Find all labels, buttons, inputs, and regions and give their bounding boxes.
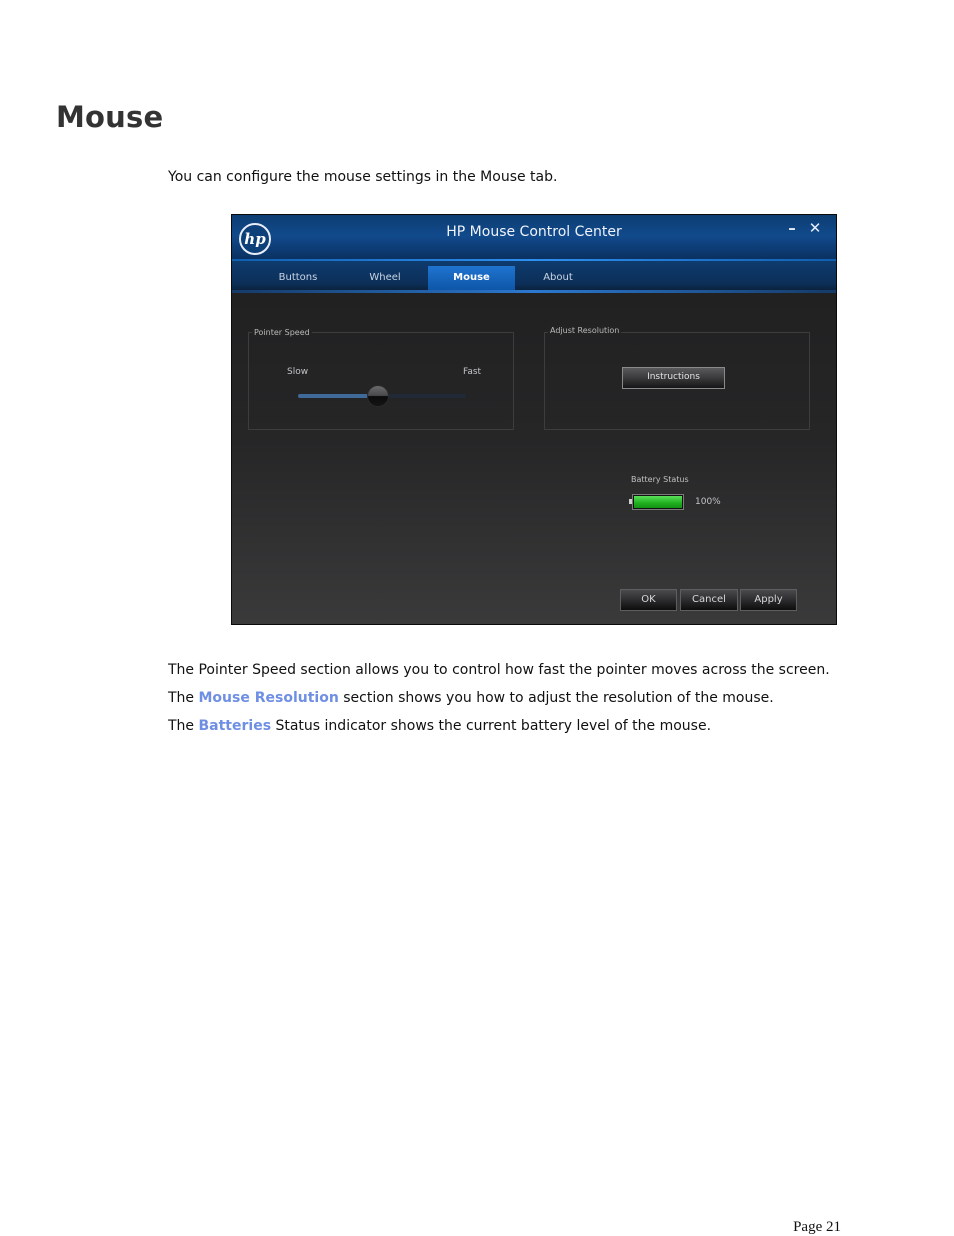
hp-mouse-control-center-screenshot: hp HP Mouse Control Center – ✕ Buttons W… [231, 214, 837, 625]
tab-about[interactable]: About [522, 266, 594, 290]
description-line: The Pointer Speed section allows you to … [168, 662, 830, 678]
tab-buttons[interactable]: Buttons [262, 266, 334, 290]
page-title: Mouse [56, 100, 164, 134]
close-icon[interactable]: ✕ [807, 219, 823, 237]
mouse-resolution-link[interactable]: Mouse Resolution [199, 690, 339, 706]
cancel-button[interactable]: Cancel [680, 589, 738, 611]
text-run: Status indicator shows the current batte… [271, 718, 712, 734]
slider-knob[interactable] [366, 385, 389, 407]
ok-button[interactable]: OK [620, 589, 677, 611]
slow-label: Slow [287, 367, 309, 377]
page-number: Page 21 [793, 1219, 841, 1235]
tab-wheel[interactable]: Wheel [350, 266, 420, 290]
battery-percent: 100% [695, 497, 721, 507]
minimize-icon[interactable]: – [784, 219, 800, 237]
battery-status-label: Battery Status [631, 475, 689, 484]
adjust-resolution-label: Adjust Resolution [548, 326, 622, 335]
text-run: section shows you how to adjust the reso… [338, 690, 774, 706]
window-title: HP Mouse Control Center [446, 224, 622, 240]
pointer-speed-label: Pointer Speed [252, 328, 312, 337]
text-run: The [168, 718, 199, 734]
intro-paragraph: You can configure the mouse settings in … [168, 169, 558, 185]
apply-button[interactable]: Apply [740, 589, 797, 611]
instructions-button[interactable]: Instructions [622, 367, 725, 389]
description-line: The Mouse Resolution section shows you h… [168, 684, 830, 712]
battery-level-fill [634, 496, 682, 508]
description-line: The Batteries Status indicator shows the… [168, 712, 830, 740]
batteries-link[interactable]: Batteries [199, 718, 272, 734]
fast-label: Fast [463, 367, 482, 377]
title-bar: hp HP Mouse Control Center – ✕ [232, 215, 836, 261]
battery-icon [632, 494, 684, 510]
slider-fill [298, 394, 377, 398]
pointer-speed-group [248, 332, 514, 430]
text-run: The [168, 690, 199, 706]
tab-mouse[interactable]: Mouse [428, 266, 515, 290]
tab-bar: Buttons Wheel Mouse About [232, 261, 836, 293]
description-text: The Pointer Speed section allows you to … [168, 656, 830, 740]
